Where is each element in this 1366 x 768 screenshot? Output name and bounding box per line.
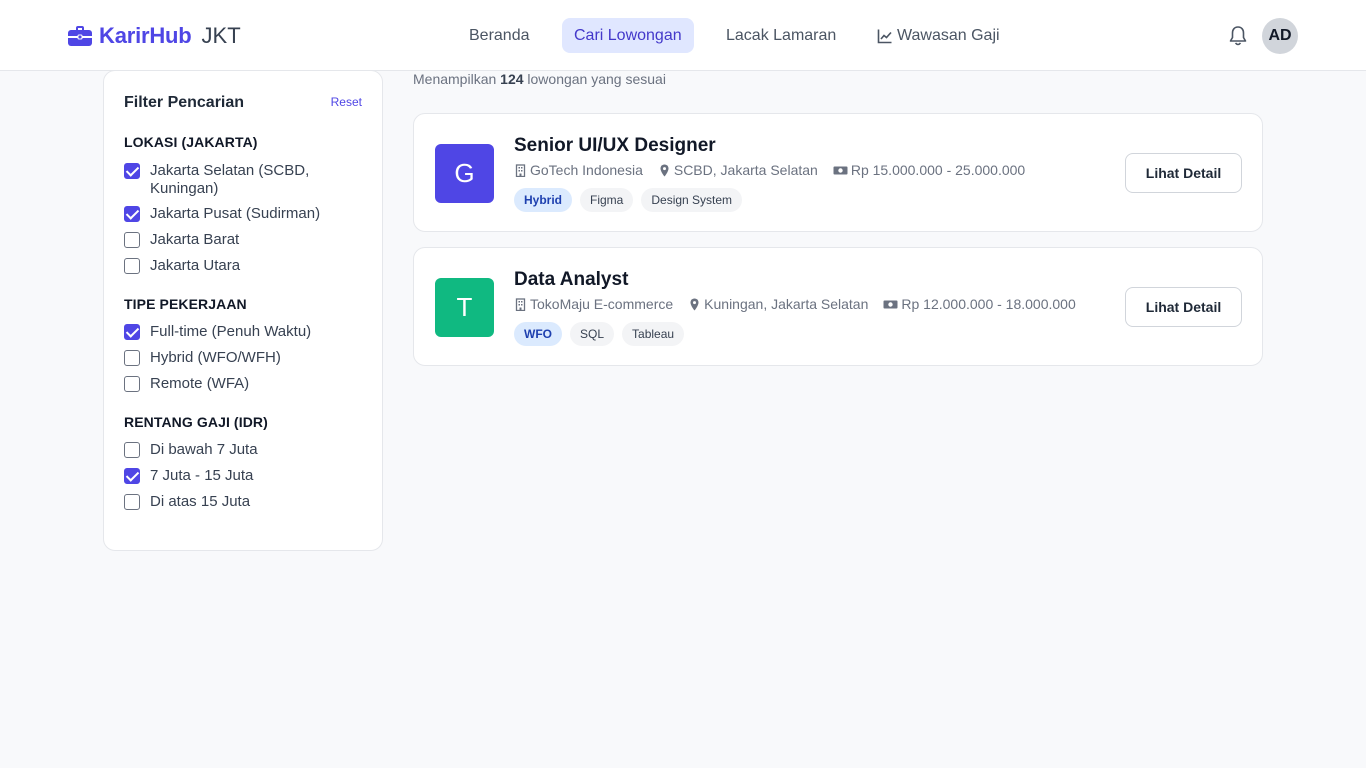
job-salary: Rp 12.000.000 - 18.000.000 [901, 296, 1076, 312]
money-icon [883, 300, 898, 308]
nav-label: Wawasan Gaji [897, 27, 1000, 44]
filter-option-hybrid[interactable]: Hybrid (WFO/WFH) [124, 349, 364, 367]
tag: Tableau [622, 322, 685, 346]
view-detail-button[interactable]: Lihat Detail [1125, 287, 1242, 327]
checkbox-label: Jakarta Utara [150, 257, 241, 274]
checkbox-label: Full-time (Penuh Waktu) [150, 323, 312, 340]
result-suffix: lowongan yang sesuai [527, 71, 666, 87]
checkbox[interactable] [124, 206, 140, 222]
nav-label: Cari Lowongan [574, 27, 682, 44]
brand-logo[interactable]: KarirHub JKT [68, 22, 241, 50]
nav-item-beranda[interactable]: Beranda [457, 18, 542, 53]
filter-panel: Filter Pencarian Reset LOKASI (JAKARTA) … [103, 70, 383, 551]
bell-icon[interactable] [1227, 25, 1249, 47]
job-salary: Rp 15.000.000 - 25.000.000 [850, 162, 1026, 178]
building-icon [515, 297, 526, 311]
job-title[interactable]: Data Analyst [514, 269, 628, 291]
checkbox[interactable] [124, 468, 140, 484]
user-avatar[interactable]: AD [1262, 18, 1298, 54]
tag: Hybrid [514, 188, 573, 212]
filter-section-lokasi: LOKASI (JAKARTA) [124, 134, 258, 150]
checkbox[interactable] [124, 232, 140, 248]
checkbox[interactable] [124, 376, 140, 392]
nav-item-cari-lowongan[interactable]: Cari Lowongan [562, 18, 694, 53]
job-title[interactable]: Senior UI/UX Designer [514, 135, 716, 157]
company-logo: G [435, 144, 494, 203]
filter-option-over-15[interactable]: Di atas 15 Juta [124, 493, 364, 511]
filter-option-remote[interactable]: Remote (WFA) [124, 375, 364, 393]
result-number: 124 [500, 71, 524, 87]
money-icon [833, 166, 848, 174]
top-header: KarirHub JKT Beranda Cari Lowongan Lacak… [0, 0, 1366, 71]
checkbox-label: Di bawah 7 Juta [150, 441, 258, 458]
brand-suffix: JKT [201, 23, 241, 48]
nav-label: Beranda [469, 27, 530, 44]
tag: Figma [580, 188, 634, 212]
chart-line-icon [877, 29, 892, 43]
filter-option-jakarta-utara[interactable]: Jakarta Utara [124, 257, 364, 275]
filter-option-jakarta-pusat[interactable]: Jakarta Pusat (Sudirman) [124, 205, 364, 223]
filter-option-under-7[interactable]: Di bawah 7 Juta [124, 441, 364, 459]
job-location: Kuningan, Jakarta Selatan [704, 296, 869, 312]
checkbox[interactable] [124, 324, 140, 340]
checkbox-label: Jakarta Selatan (SCBD, Kuningan) [150, 162, 310, 197]
location-meta: Kuningan, Jakarta Selatan [688, 296, 868, 312]
checkbox-label: 7 Juta - 15 Juta [150, 467, 254, 484]
job-location: SCBD, Jakarta Selatan [673, 162, 818, 178]
result-prefix: Menampilkan [413, 71, 497, 87]
checkbox-label: Di atas 15 Juta [150, 493, 251, 510]
view-detail-button[interactable]: Lihat Detail [1125, 153, 1242, 193]
company-name: GoTech Indonesia [530, 162, 643, 178]
company-logo: T [435, 278, 494, 337]
job-tags: Hybrid Figma Design System [514, 188, 743, 212]
company-meta: GoTech Indonesia [514, 162, 643, 178]
job-meta: TokoMaju E-commerce Kuningan, Jakarta Se… [514, 296, 1076, 312]
tag: WFO [514, 322, 562, 346]
job-card[interactable]: G Senior UI/UX Designer GoTech Indonesia… [413, 113, 1263, 232]
checkbox-label: Jakarta Pusat (Sudirman) [150, 205, 321, 222]
checkbox[interactable] [124, 442, 140, 458]
checkbox-label: Remote (WFA) [150, 375, 250, 392]
nav-item-wawasan-gaji[interactable]: Wawasan Gaji [865, 18, 1012, 53]
salary-meta: Rp 15.000.000 - 25.000.000 [833, 162, 1025, 178]
reset-filter-link[interactable]: Reset [331, 95, 362, 109]
filter-option-7-15[interactable]: 7 Juta - 15 Juta [124, 467, 364, 485]
job-tags: WFO SQL Tableau [514, 322, 685, 346]
nav-label: Lacak Lamaran [726, 27, 837, 44]
checkbox-label: Hybrid (WFO/WFH) [150, 349, 281, 366]
briefcase-icon [68, 26, 92, 46]
checkbox[interactable] [124, 258, 140, 274]
filter-option-full-time[interactable]: Full-time (Penuh Waktu) [124, 323, 364, 341]
building-icon [515, 163, 526, 177]
filter-title: Filter Pencarian [124, 94, 245, 111]
salary-meta: Rp 12.000.000 - 18.000.000 [883, 296, 1076, 312]
checkbox-label: Jakarta Barat [150, 231, 240, 248]
result-count: Menampilkan 124 lowongan yang sesuai [413, 71, 666, 87]
job-card[interactable]: T Data Analyst TokoMaju E-commerce Kunin… [413, 247, 1263, 366]
tag: Design System [641, 188, 743, 212]
map-pin-icon [660, 164, 669, 176]
filter-section-gaji: RENTANG GAJI (IDR) [124, 414, 268, 430]
checkbox[interactable] [124, 494, 140, 510]
filter-option-jakarta-selatan[interactable]: Jakarta Selatan (SCBD, Kuningan) [124, 162, 364, 198]
checkbox[interactable] [124, 350, 140, 366]
tag: SQL [570, 322, 615, 346]
location-meta: SCBD, Jakarta Selatan [658, 162, 818, 178]
map-pin-icon [690, 298, 699, 310]
filter-option-jakarta-barat[interactable]: Jakarta Barat [124, 231, 364, 249]
brand-name: KarirHub [99, 23, 192, 48]
company-name: TokoMaju E-commerce [530, 296, 674, 312]
filter-section-tipe: TIPE PEKERJAAN [124, 296, 247, 312]
company-meta: TokoMaju E-commerce [514, 296, 673, 312]
job-meta: GoTech Indonesia SCBD, Jakarta Selatan R… [514, 162, 1025, 178]
nav-item-lacak-lamaran[interactable]: Lacak Lamaran [714, 18, 848, 53]
checkbox[interactable] [124, 163, 140, 179]
